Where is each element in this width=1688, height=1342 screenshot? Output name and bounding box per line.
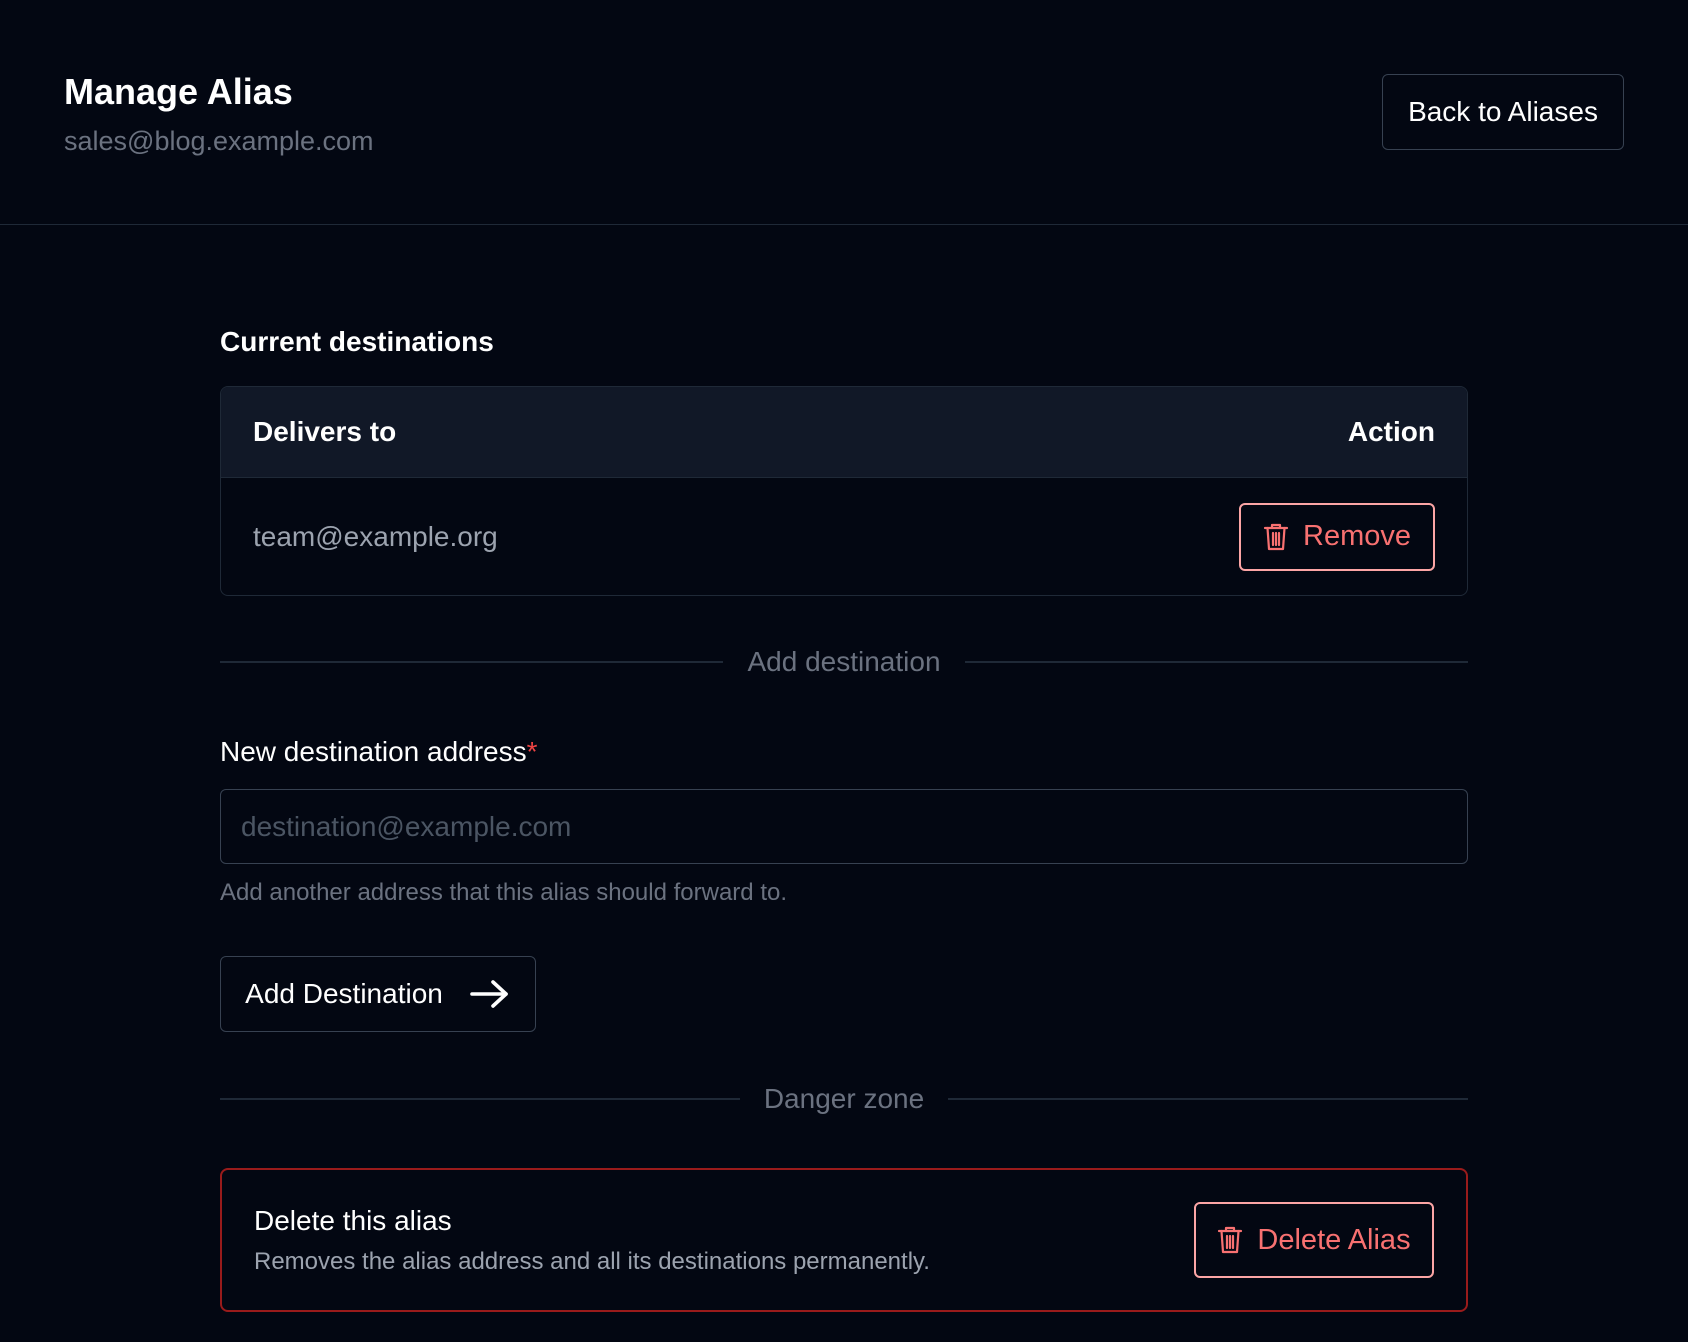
column-header-delivers-to: Delivers to xyxy=(253,416,397,447)
delete-alias-title: Delete this alias xyxy=(254,1205,452,1236)
add-destination-button[interactable]: Add Destination xyxy=(220,956,536,1032)
new-destination-label: New destination address* xyxy=(220,734,538,770)
table-row: team@example.org Remove xyxy=(221,478,1467,595)
danger-zone-text: Delete this alias Removes the alias addr… xyxy=(254,1203,930,1277)
current-destinations-heading: Current destinations xyxy=(220,326,494,357)
trash-icon xyxy=(1217,1225,1243,1255)
add-destination-divider: Add destination xyxy=(220,646,1469,678)
column-header-action: Action xyxy=(1347,416,1435,447)
back-to-aliases-button[interactable]: Back to Aliases xyxy=(1382,74,1624,150)
required-marker: * xyxy=(526,736,538,767)
new-destination-label-text: New destination address xyxy=(220,736,527,767)
delete-alias-button[interactable]: Delete Alias xyxy=(1194,1202,1434,1278)
new-destination-input[interactable] xyxy=(220,789,1468,864)
delete-alias-description: Removes the alias address and all its de… xyxy=(254,1248,930,1275)
destination-address: team@example.org xyxy=(253,520,498,552)
new-destination-help-text: Add another address that this alias shou… xyxy=(220,879,787,906)
table-header: Delivers to Action xyxy=(221,387,1467,478)
add-destination-divider-label: Add destination xyxy=(747,646,941,677)
delete-alias-label: Delete Alias xyxy=(1257,1223,1411,1256)
danger-zone-divider: Danger zone xyxy=(220,1083,1468,1115)
remove-label: Remove xyxy=(1303,520,1411,552)
danger-zone-divider-label: Danger zone xyxy=(763,1083,925,1114)
page-title: Manage Alias xyxy=(64,71,293,112)
arrow-right-icon xyxy=(469,978,511,1010)
alias-address: sales@blog.example.com xyxy=(64,126,374,156)
destinations-table: Delivers to Action team@example.org Remo… xyxy=(220,386,1468,596)
page-header: Manage Alias sales@blog.example.com Back… xyxy=(0,0,1688,225)
remove-destination-button[interactable]: Remove xyxy=(1239,502,1435,571)
danger-zone-panel: Delete this alias Removes the alias addr… xyxy=(220,1168,1468,1312)
trash-icon xyxy=(1263,522,1289,552)
add-destination-label: Add Destination xyxy=(245,978,443,1009)
